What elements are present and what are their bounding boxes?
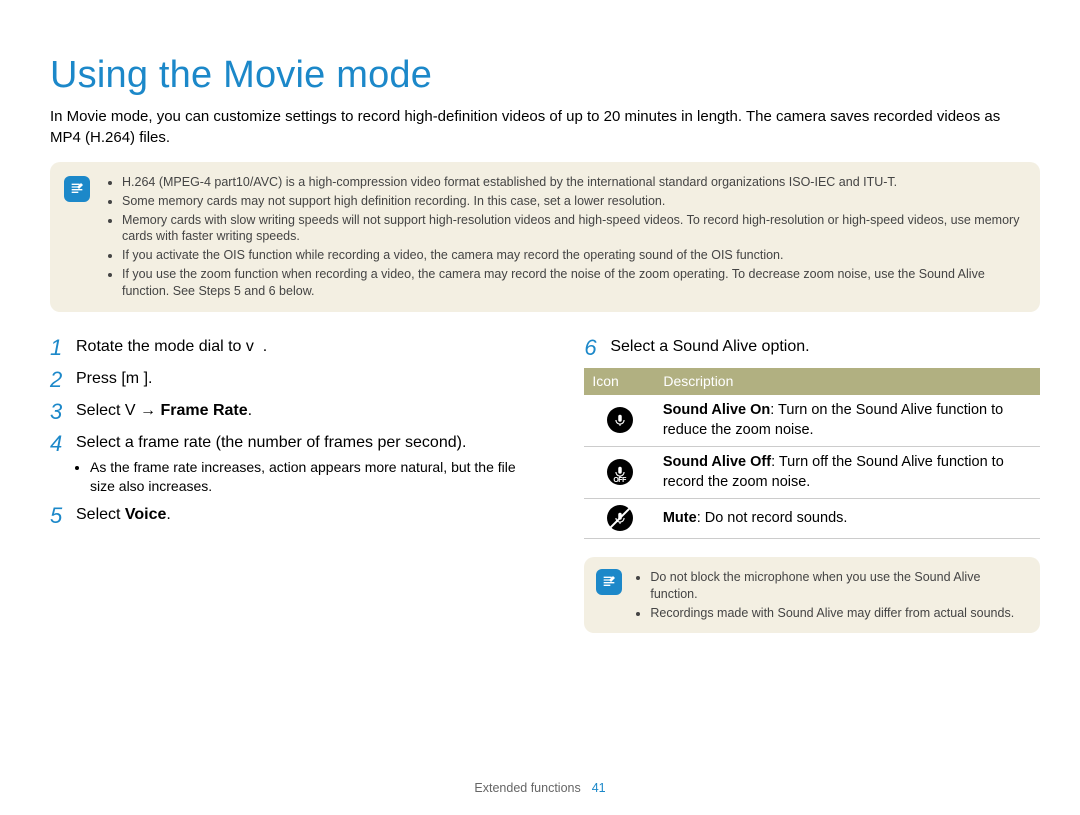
left-column: 1 Rotate the mode dial to v . 2 Press [m… <box>50 336 520 634</box>
video-menu-glyph: V <box>125 402 136 419</box>
step-body: Press [m ]. <box>76 368 520 392</box>
content-columns: 1 Rotate the mode dial to v . 2 Press [m… <box>50 336 1040 634</box>
mute-icon <box>584 499 655 539</box>
mode-dial-glyph: v <box>246 338 254 355</box>
sound-alive-off-icon: OFF <box>584 447 655 499</box>
menu-button-glyph: m <box>126 370 139 387</box>
step-text: Select a frame rate (the number of frame… <box>76 434 466 451</box>
step-text: Press [ <box>76 370 126 387</box>
step-text-suffix: . <box>248 402 252 419</box>
right-column: 6 Select a Sound Alive option. Icon Desc… <box>584 336 1040 634</box>
step-body: Select a frame rate (the number of frame… <box>76 432 520 495</box>
sound-alive-table: Icon Description Sound Alive On: Turn on… <box>584 368 1040 539</box>
step-number: 6 <box>584 336 610 360</box>
row-title: Mute <box>663 510 697 526</box>
note-icon <box>596 569 622 595</box>
step-body: Rotate the mode dial to v . <box>76 336 520 360</box>
page-number: 41 <box>592 781 606 795</box>
page-title: Using the Movie mode <box>50 50 1040 101</box>
step-text-suffix: . <box>166 506 170 523</box>
step-body: Select Voice. <box>76 504 520 528</box>
step-text: Rotate the mode dial to <box>76 338 246 355</box>
step-2: 2 Press [m ]. <box>50 368 520 392</box>
step-number: 5 <box>50 504 76 528</box>
row-text: : Do not record sounds. <box>697 510 848 526</box>
sound-alive-on-icon <box>584 395 655 447</box>
step-text: Select <box>76 402 125 419</box>
step-number: 2 <box>50 368 76 392</box>
intro-paragraph: In Movie mode, you can customize setting… <box>50 107 1010 148</box>
small-note-box: Do not block the microphone when you use… <box>584 557 1040 634</box>
sub-bullet: As the frame rate increases, action appe… <box>76 458 520 496</box>
step-text-suffix: ]. <box>144 370 153 387</box>
step-text: Select a Sound Alive option. <box>610 338 809 355</box>
manual-page: Using the Movie mode In Movie mode, you … <box>0 0 1080 815</box>
note-item: If you use the zoom function when record… <box>122 266 1024 300</box>
table-cell-description: Sound Alive Off: Turn off the Sound Aliv… <box>655 447 1040 499</box>
table-row: Sound Alive On: Turn on the Sound Alive … <box>584 395 1040 447</box>
table-row: OFF Sound Alive Off: Turn off the Sound … <box>584 447 1040 499</box>
step-number: 1 <box>50 336 76 360</box>
table-header-icon: Icon <box>584 368 655 395</box>
small-note-item: Do not block the microphone when you use… <box>650 569 1026 603</box>
table-header-description: Description <box>655 368 1040 395</box>
note-item: H.264 (MPEG-4 part10/AVC) is a high-comp… <box>122 174 1024 191</box>
note-list: H.264 (MPEG-4 part10/AVC) is a high-comp… <box>108 174 1024 300</box>
table-cell-description: Sound Alive On: Turn on the Sound Alive … <box>655 395 1040 447</box>
arrow-icon: → <box>140 402 160 419</box>
small-note-list: Do not block the microphone when you use… <box>636 569 1026 622</box>
step-text: Select <box>76 506 125 523</box>
small-note-item: Recordings made with Sound Alive may dif… <box>650 605 1026 622</box>
step-5: 5 Select Voice. <box>50 504 520 528</box>
step-body: Select a Sound Alive option. <box>610 336 1040 360</box>
note-icon <box>64 176 90 202</box>
step-1: 1 Rotate the mode dial to v . <box>50 336 520 360</box>
step-number: 4 <box>50 432 76 495</box>
frame-rate-label: Frame Rate <box>161 402 248 419</box>
sub-bullet-item: As the frame rate increases, action appe… <box>90 458 520 496</box>
table-cell-description: Mute: Do not record sounds. <box>655 499 1040 539</box>
row-title: Sound Alive On <box>663 402 770 418</box>
row-title: Sound Alive Off <box>663 454 771 470</box>
section-name: Extended functions <box>474 781 580 795</box>
step-3: 3 Select V → Frame Rate. <box>50 400 520 424</box>
table-row: Mute: Do not record sounds. <box>584 499 1040 539</box>
note-item: Some memory cards may not support high d… <box>122 193 1024 210</box>
note-item: If you activate the OIS function while r… <box>122 247 1024 264</box>
step-body: Select V → Frame Rate. <box>76 400 520 424</box>
step-number: 3 <box>50 400 76 424</box>
step-6: 6 Select a Sound Alive option. <box>584 336 1040 360</box>
step-4: 4 Select a frame rate (the number of fra… <box>50 432 520 495</box>
note-box: H.264 (MPEG-4 part10/AVC) is a high-comp… <box>50 162 1040 312</box>
step-text-suffix: . <box>263 338 267 355</box>
page-footer: Extended functions 41 <box>0 780 1080 797</box>
voice-label: Voice <box>125 506 167 523</box>
note-item: Memory cards with slow writing speeds wi… <box>122 212 1024 246</box>
